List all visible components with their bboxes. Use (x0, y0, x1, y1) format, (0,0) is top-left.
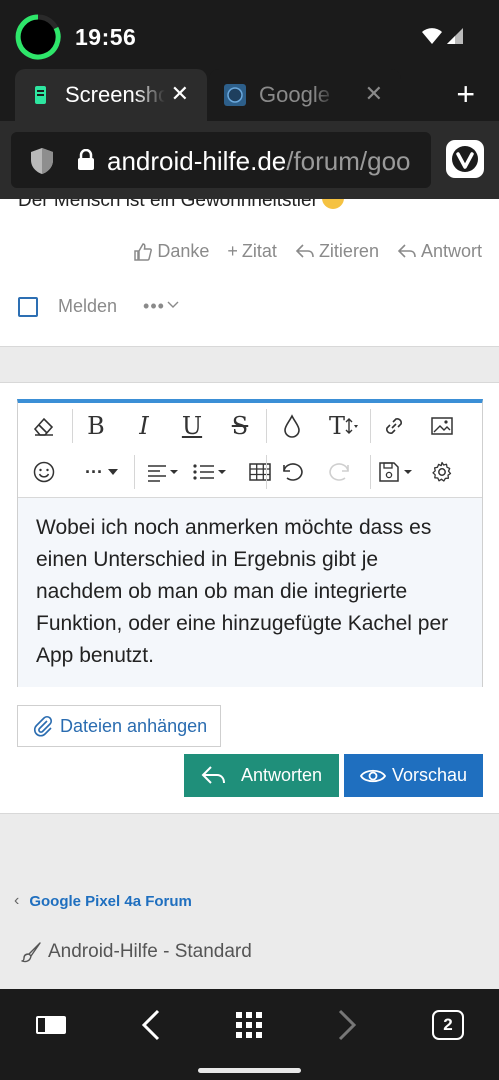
reply-submit-button[interactable]: Antworten (184, 754, 339, 797)
back-icon[interactable] (131, 1007, 171, 1043)
tab-google-pixel[interactable]: Google Pixel ✕ (209, 69, 401, 121)
shield-icon[interactable] (30, 147, 54, 175)
chevron-left-icon: ‹ (14, 892, 20, 909)
reply-arrow-icon (295, 243, 314, 258)
style-chooser[interactable]: Android-Hilfe - Standard (20, 941, 252, 963)
url-text: android-hilfe.de/forum/goo (107, 146, 411, 177)
align-icon[interactable] (140, 449, 186, 495)
smiley-icon (321, 199, 344, 209)
color-icon[interactable] (270, 403, 314, 449)
multi-quote-button[interactable]: + Zitat (227, 241, 277, 262)
list-icon[interactable] (188, 449, 234, 495)
url-domain: android-hilfe.de (107, 146, 287, 176)
screenshot-favicon-icon (35, 86, 46, 104)
eraser-icon[interactable] (22, 403, 66, 449)
speed-dial-grid-icon[interactable] (229, 1007, 269, 1043)
paperclip-icon (34, 715, 53, 737)
select-post-checkbox[interactable] (18, 296, 38, 317)
post-actions: Danke + Zitat Zitieren Antwort (133, 241, 482, 262)
tab-title: Screenshot (65, 82, 165, 107)
more-icon[interactable]: ··· (74, 449, 130, 495)
url-path: /forum/goo (286, 146, 411, 176)
strikethrough-icon[interactable]: S (218, 403, 262, 449)
settings-icon[interactable] (420, 449, 464, 495)
new-tab-icon[interactable]: + (456, 78, 475, 110)
editor-textarea[interactable]: Wobei ich noch anmerken möchte dass es e… (18, 497, 482, 687)
quick-reply-card: B I U S T ··· Wobei ich noch anmerken mö… (0, 382, 499, 814)
bold-icon[interactable]: B (74, 403, 118, 449)
reply-arrow-icon (397, 243, 416, 258)
text-size-icon[interactable]: T (318, 403, 370, 449)
toolbar-row: ··· (18, 449, 482, 495)
tab-screenshot[interactable]: Screenshot ✕ (15, 69, 207, 121)
thanks-button[interactable]: Danke (133, 241, 209, 262)
tab-title: Google Pixel (259, 82, 337, 107)
status-icons (421, 27, 465, 50)
close-tab-icon[interactable]: ✕ (365, 83, 383, 105)
underline-icon[interactable]: U (170, 403, 214, 449)
battery-ring-icon (15, 14, 61, 60)
post-card: Der Mensch ist ein Gewohnheitstier Danke… (0, 199, 499, 347)
url-field[interactable]: android-hilfe.de/forum/goo (11, 132, 431, 188)
image-icon[interactable] (420, 403, 464, 449)
undo-icon[interactable] (270, 449, 314, 495)
close-tab-icon[interactable]: ✕ (171, 83, 189, 105)
report-link[interactable]: Melden (58, 296, 117, 317)
forward-icon[interactable] (327, 1007, 367, 1043)
emoji-icon[interactable] (22, 449, 66, 495)
editor-toolbar: B I U S T ··· (18, 403, 482, 497)
panel-toggle-icon[interactable] (31, 1007, 71, 1043)
address-bar: android-hilfe.de/forum/goo (0, 121, 499, 199)
paintbrush-icon (21, 942, 41, 963)
lock-icon (78, 149, 94, 170)
redo-icon[interactable] (318, 449, 362, 495)
reply-button-small[interactable]: Antwort (397, 241, 482, 262)
wifi-icon (422, 28, 442, 44)
preview-button[interactable]: Vorschau (344, 754, 483, 797)
chevron-down-icon (167, 301, 179, 308)
italic-icon[interactable]: I (122, 403, 166, 449)
tab-count: 2 (432, 1010, 464, 1040)
quote-button[interactable]: Zitieren (295, 241, 379, 262)
post-text: Der Mensch ist ein Gewohnheitstier (18, 199, 344, 212)
vivaldi-menu-icon[interactable] (446, 140, 484, 178)
report-row: Melden ••• (18, 296, 179, 317)
toolbar-row: B I U S T (18, 403, 482, 449)
reply-arrow-icon (201, 765, 225, 784)
more-options-button[interactable]: ••• (143, 296, 179, 317)
attach-files-button[interactable]: Dateien anhängen (17, 705, 221, 747)
web-page: Der Mensch ist ein Gewohnheitstier Danke… (0, 199, 499, 989)
breadcrumb-link[interactable]: Google Pixel 4a Forum (29, 893, 192, 910)
thumbs-up-icon (134, 242, 153, 261)
save-draft-icon[interactable] (372, 449, 422, 495)
tab-switcher-button[interactable]: 2 (428, 1007, 468, 1043)
home-indicator[interactable] (198, 1068, 301, 1073)
tab-strip: Screenshot ✕ Google Pixel ✕ + (0, 68, 499, 121)
link-icon[interactable] (372, 403, 416, 449)
browser-bottom-bar: 2 (0, 989, 499, 1080)
eye-icon (359, 769, 386, 782)
status-time: 19:56 (75, 24, 137, 50)
plus-icon: + (227, 241, 238, 261)
rich-text-editor: B I U S T ··· Wobei ich noch anmerken mö… (17, 399, 483, 687)
breadcrumb: ‹ Google Pixel 4a Forum (14, 892, 192, 910)
forum-favicon-icon (224, 84, 246, 106)
status-bar: 19:56 (0, 0, 499, 68)
